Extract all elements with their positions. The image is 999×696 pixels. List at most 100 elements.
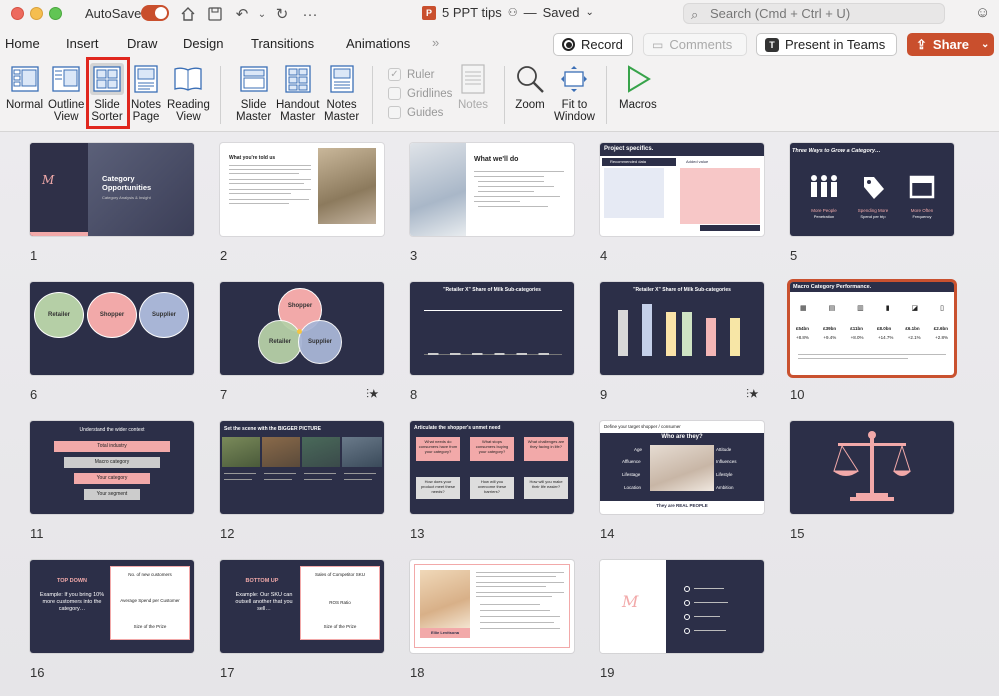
slide-number: 17: [220, 665, 235, 680]
record-button[interactable]: Record: [553, 33, 633, 56]
photo: [650, 445, 714, 491]
macros-button[interactable]: Macros: [619, 63, 657, 111]
chevron-down-icon: ⌄: [981, 39, 990, 50]
slide-sorter-area: M Category Opportunities Category Analys…: [0, 132, 999, 696]
slide-thumbnail-11[interactable]: Understand the wider context Total indus…: [30, 421, 194, 514]
normal-view-button[interactable]: Normal: [6, 63, 43, 111]
undo-icon[interactable]: ↶: [232, 4, 252, 24]
notes-master-button[interactable]: Notes Master: [324, 63, 359, 123]
scales-icon: [833, 431, 911, 501]
photo: [420, 570, 470, 628]
slide-thumbnail-5[interactable]: Three Ways to Grow a Category… More Peop…: [790, 143, 954, 236]
tab-home[interactable]: Home: [5, 36, 40, 51]
reading-view-icon: [173, 63, 203, 95]
chevron-down-icon: ⌄: [585, 7, 594, 18]
product-icon: ▮: [885, 305, 890, 312]
slide-master-icon: [239, 63, 269, 95]
tab-draw[interactable]: Draw: [127, 36, 157, 51]
price-tag-icon: [864, 177, 884, 199]
comment-icon: ▭: [652, 37, 664, 52]
slide-thumbnail-7[interactable]: Shopper Retailer Supplier: [220, 282, 384, 375]
powerpoint-icon: P: [422, 5, 436, 20]
ribbon-divider: [606, 66, 607, 124]
autosave-toggle[interactable]: [141, 5, 169, 21]
logo: M: [622, 592, 639, 611]
notes-page-button[interactable]: Notes Page: [131, 63, 161, 123]
website-icon: [684, 600, 690, 606]
minimize-window-button[interactable]: [30, 7, 43, 20]
normal-view-icon: [10, 63, 40, 95]
slide-thumbnail-18[interactable]: Ellie Levitsona: [410, 560, 574, 653]
close-window-button[interactable]: [11, 7, 24, 20]
account-icon[interactable]: ☺: [975, 4, 990, 21]
autosave-label: AutoSave: [85, 6, 142, 21]
slide-number: 12: [220, 526, 235, 541]
phone-icon: [684, 614, 690, 620]
tab-transitions[interactable]: Transitions: [251, 36, 314, 51]
slide-number: 9: [600, 387, 608, 402]
present-in-teams-button[interactable]: T Present in Teams: [756, 33, 897, 56]
animation-star-icon: ⫶★: [366, 387, 379, 401]
play-icon: [623, 63, 653, 95]
reading-view-button[interactable]: Reading View: [167, 63, 210, 123]
slide-thumbnail-14[interactable]: Define your target shopper / consumer Wh…: [600, 421, 764, 514]
slide-thumbnail-16[interactable]: TOP DOWN Example: If you bring 10% more …: [30, 560, 194, 653]
fit-to-window-icon: [559, 63, 589, 95]
guides-checkbox[interactable]: Guides: [388, 106, 443, 119]
undo-dropdown-icon[interactable]: ⌄: [252, 4, 272, 24]
fit-to-window-button[interactable]: Fit to Window: [554, 63, 595, 123]
slide-number: 14: [600, 526, 615, 541]
photo: [410, 143, 466, 236]
product-icon: ▦: [800, 305, 807, 312]
magnifier-icon: [515, 63, 545, 95]
share-icon: ⇪: [916, 36, 927, 52]
handout-master-button[interactable]: Handout Master: [276, 63, 319, 123]
comments-button[interactable]: ▭ Comments: [643, 33, 747, 56]
notes-icon: [458, 63, 488, 95]
slide-thumbnail-9[interactable]: "Retailer X" Share of Milk Sub-categorie…: [600, 282, 764, 375]
slide-thumbnail-2[interactable]: What you're told us: [220, 143, 384, 236]
tab-insert[interactable]: Insert: [66, 36, 99, 51]
slide-thumbnail-13[interactable]: Articulate the shopper's unmet need What…: [410, 421, 574, 514]
ruler-checkbox[interactable]: ✓ Ruler: [388, 68, 434, 81]
slide-thumbnail-1[interactable]: M Category Opportunities Category Analys…: [30, 143, 194, 236]
ribbon-divider: [372, 66, 373, 124]
zoom-button[interactable]: Zoom: [515, 63, 545, 111]
slide-sorter-highlight: [86, 57, 130, 129]
slide-number: 8: [410, 387, 418, 402]
notes-button[interactable]: Notes: [458, 63, 488, 111]
slide-thumbnail-3[interactable]: What we'll do: [410, 143, 574, 236]
home-icon[interactable]: [178, 4, 198, 24]
product-icon: ▯: [940, 305, 944, 312]
photo: [342, 437, 382, 467]
teams-icon: T: [765, 37, 779, 52]
slide-number: 1: [30, 248, 38, 263]
more-tabs-icon[interactable]: »: [432, 35, 439, 50]
notes-master-icon: [327, 63, 357, 95]
slide-number: 13: [410, 526, 425, 541]
zoom-window-button[interactable]: [49, 7, 62, 20]
document-title[interactable]: P 5 PPT tips ⚇ — Saved ⌄: [422, 5, 594, 20]
slide-thumbnail-8[interactable]: "Retailer X" Share of Milk Sub-categorie…: [410, 282, 574, 375]
save-icon[interactable]: [205, 4, 225, 24]
slide-number: 11: [30, 526, 44, 541]
tab-animations[interactable]: Animations: [346, 36, 410, 51]
share-button[interactable]: ⇪ Share ⌄: [907, 33, 994, 56]
slide-thumbnail-12[interactable]: Set the scene with the BIGGER PICTURE: [220, 421, 384, 514]
slide-thumbnail-17[interactable]: BOTTOM UP Example: Our SKU can outsell a…: [220, 560, 384, 653]
email-icon: [684, 586, 690, 592]
outline-view-button[interactable]: Outline View: [48, 63, 84, 123]
record-icon: [562, 38, 575, 51]
search-input[interactable]: ⌕ Search (Cmd + Ctrl + U): [683, 3, 945, 24]
slide-thumbnail-6[interactable]: Retailer Shopper Supplier: [30, 282, 194, 375]
slide-thumbnail-19[interactable]: M: [600, 560, 764, 653]
slide-thumbnail-10[interactable]: Macro Category Performance. ▦ ▤ ▥ ▮ ◪ ▯ £54bn…: [790, 282, 954, 375]
more-icon[interactable]: ···: [300, 4, 320, 24]
slide-thumbnail-4[interactable]: Project specifics. Recommended data Adde…: [600, 143, 764, 236]
photo: [318, 148, 376, 224]
slide-master-button[interactable]: Slide Master: [236, 63, 271, 123]
slide-thumbnail-15[interactable]: [790, 421, 954, 514]
tab-design[interactable]: Design: [183, 36, 223, 51]
gridlines-checkbox[interactable]: Gridlines: [388, 87, 452, 100]
redo-icon[interactable]: ↻: [272, 4, 292, 24]
